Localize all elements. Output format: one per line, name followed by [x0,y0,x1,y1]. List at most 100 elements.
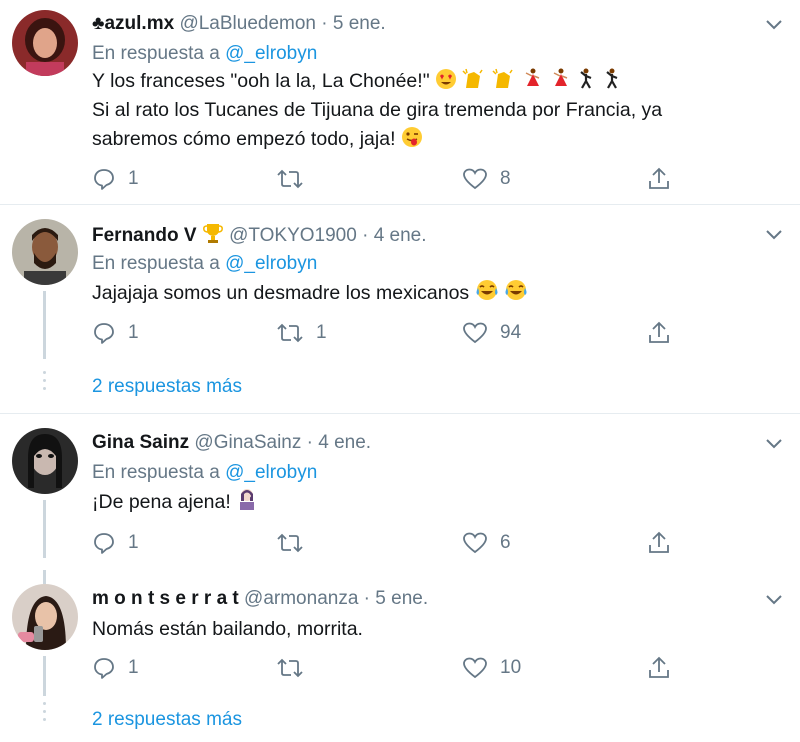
handle[interactable]: @TOKYO1900 [229,225,357,246]
reply-button[interactable]: 1 [92,319,139,347]
retweet-icon [277,658,303,678]
chevron-down-icon[interactable] [766,439,782,449]
like-button[interactable]: 8 [462,165,511,193]
retweet-button[interactable] [276,529,316,557]
display-name[interactable]: Gina Sainz [92,432,189,453]
tweet[interactable]: Gina Sainz @GinaSainz · 4 ene. En respue… [0,414,800,574]
retweet-button[interactable]: 1 [276,319,327,347]
heart-icon [463,168,487,190]
thread-connector [43,291,46,359]
timestamp[interactable]: 5 ene. [333,13,386,34]
dancer-emoji-icon [553,68,568,86]
club-suit-icon: ♣ [92,13,105,34]
share-icon [649,167,669,189]
avatar[interactable] [12,584,78,650]
thread-connector [43,570,46,584]
tweet-text-line: Si al rato los Tucanes de Tijuana de gir… [92,99,663,121]
tweet-text-line: Nomás están bailando, morrita. [92,618,363,640]
reply-context: En respuesta a @_elrobyn [92,43,318,64]
emoji-row [435,68,622,92]
tweet-actions: 1 8 [92,165,682,193]
thread-connector [43,500,46,558]
man-dancing-emoji-icon [580,68,592,89]
reply-button[interactable]: 1 [92,654,139,682]
share-icon [649,531,669,553]
chevron-down-icon[interactable] [766,20,782,30]
chevron-down-icon[interactable] [766,230,782,240]
chevron-down-icon[interactable] [766,595,782,605]
share-button[interactable] [648,319,670,347]
reply-icon [94,533,114,554]
thread-dots [43,702,46,726]
reply-button[interactable]: 1 [92,529,139,557]
reply-count: 1 [128,532,139,553]
display-name[interactable]: azul.mx [104,13,174,34]
retweet-button[interactable] [276,654,316,682]
timestamp[interactable]: 4 ene. [374,225,427,246]
tweet[interactable]: m o n t s e r r a t @armonanza · 5 ene. … [0,570,800,742]
share-button[interactable] [648,165,670,193]
display-name[interactable]: m o n t s e r r a t [92,588,239,609]
retweet-button[interactable] [276,165,316,193]
man-dancing-emoji-icon [605,68,617,89]
like-button[interactable]: 10 [462,654,521,682]
tweet-text-line: Y los franceses "ooh la la, La Chonée!" [92,67,622,96]
dancer-emoji-icon [525,68,540,86]
like-count: 94 [500,322,522,343]
more-replies-link[interactable]: 2 respuestas más [92,376,242,398]
retweet-icon [277,323,303,343]
tweet[interactable]: ♣azul.mx @LaBluedemon · 5 ene. En respue… [0,0,800,200]
reply-to-link[interactable]: @_elrobyn [225,462,317,483]
tweet-actions: 1 1 94 [92,319,682,347]
reply-count: 1 [128,657,139,678]
trophy-icon [202,224,223,243]
more-replies-link[interactable]: 2 respuestas más [92,709,242,731]
like-button[interactable]: 6 [462,529,511,557]
tweet[interactable]: Fernando V @TOKYO1900 · 4 ene. En respue… [0,205,800,410]
like-count: 6 [500,532,511,553]
handle[interactable]: @LaBluedemon [179,13,316,34]
tweet-header: m o n t s e r r a t @armonanza · 5 ene. [92,588,429,609]
share-button[interactable] [648,654,670,682]
reply-icon [94,323,114,344]
share-icon [649,656,669,678]
retweet-icon [277,533,303,553]
heart-icon [463,657,487,679]
reply-count: 1 [128,168,139,189]
handle[interactable]: @armonanza [244,588,358,609]
avatar[interactable] [12,10,78,76]
heart-icon [463,322,487,344]
thread-dots [43,371,46,395]
reply-icon [94,658,114,679]
tears-of-joy-emoji-icon [476,280,498,300]
tweet-header: Fernando V @TOKYO1900 · 4 ene. [92,222,427,248]
handle[interactable]: @GinaSainz [194,432,301,453]
reply-icon [94,169,114,190]
tweet-header: Gina Sainz @GinaSainz · 4 ene. [92,432,372,453]
timestamp[interactable]: 5 ene. [375,588,428,609]
tweet-header: ♣azul.mx @LaBluedemon · 5 ene. [92,13,386,34]
tears-of-joy-emoji-icon [505,280,527,300]
tweet-actions: 1 6 [92,529,682,557]
retweet-icon [277,169,303,189]
reply-context: En respuesta a @_elrobyn [92,253,318,274]
avatar[interactable] [12,428,78,494]
reply-count: 1 [128,322,139,343]
woman-facepalming-emoji-icon [240,489,255,510]
tweet-text-line: sabremos cómo empezó todo, jaja! [92,125,423,154]
display-name[interactable]: Fernando V [92,225,197,246]
reply-to-link[interactable]: @_elrobyn [225,253,317,274]
heart-eyes-emoji-icon [436,69,457,89]
avatar[interactable] [12,219,78,285]
reply-button[interactable]: 1 [92,165,139,193]
like-count: 10 [500,657,522,678]
timestamp[interactable]: 4 ene. [318,432,371,453]
reply-to-link[interactable]: @_elrobyn [225,43,317,64]
heart-icon [463,532,487,554]
share-button[interactable] [648,529,670,557]
retweet-count: 1 [316,322,327,343]
clapping-hands-emoji-icon [462,68,484,88]
winking-tongue-emoji-icon [401,127,422,147]
like-button[interactable]: 94 [462,319,521,347]
reply-context: En respuesta a @_elrobyn [92,462,318,483]
